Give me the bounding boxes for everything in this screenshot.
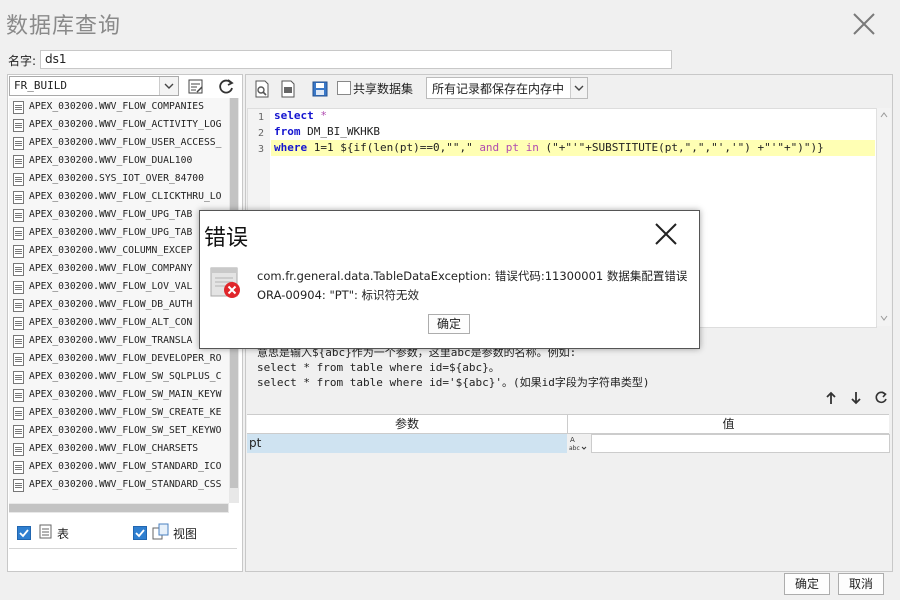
share-dataset-checkbox[interactable] bbox=[337, 81, 351, 95]
table-list-item[interactable]: APEX_030200.WWV_COLUMN_EXCEP bbox=[9, 242, 229, 260]
refresh-params-icon[interactable] bbox=[873, 390, 889, 409]
share-dataset-label: 共享数据集 bbox=[353, 82, 414, 96]
svg-text:A: A bbox=[570, 436, 575, 444]
param-table-header: 参数 值 bbox=[247, 414, 889, 434]
table-list-item[interactable]: APEX_030200.WWV_FLOW_STANDARD_ICO bbox=[9, 458, 229, 476]
table-icon bbox=[13, 119, 24, 132]
refresh-icon[interactable] bbox=[214, 75, 238, 99]
error-dialog-title: 错误 bbox=[204, 226, 249, 251]
name-label: 名字: bbox=[8, 54, 37, 68]
table-icon bbox=[13, 209, 24, 222]
param-value-input[interactable] bbox=[591, 434, 890, 453]
table-icon bbox=[13, 245, 24, 258]
table-list-item[interactable]: APEX_030200.WWV_FLOW_CLICKTHRU_LO bbox=[9, 188, 229, 206]
window-close-icon[interactable] bbox=[848, 8, 880, 40]
table-icon bbox=[13, 281, 24, 294]
table-icon bbox=[13, 155, 24, 168]
table-list-item[interactable]: APEX_030200.WWV_FLOW_ALT_CON bbox=[9, 314, 229, 332]
sql-code: select * from DM_BI_WKHKB where 1=1 ${if… bbox=[247, 109, 875, 169]
param-hint: select * from table where id='${abc}'。(如… bbox=[257, 376, 650, 389]
table-list-item[interactable]: APEX_030200.WWV_FLOW_LOV_VAL bbox=[9, 278, 229, 296]
table-icon bbox=[13, 443, 24, 456]
connection-value: FR_BUILD bbox=[14, 79, 67, 92]
table-list-item[interactable]: APEX_030200.WWV_FLOW_SW_SET_KEYWO bbox=[9, 422, 229, 440]
param-name-header: 参数 bbox=[247, 415, 568, 433]
table-list-item[interactable]: APEX_030200.WWV_FLOW_SW_SQLPLUS_C bbox=[9, 368, 229, 386]
window-title: 数据库查询 bbox=[6, 14, 122, 39]
connection-select[interactable]: FR_BUILD bbox=[9, 76, 179, 96]
table-icon bbox=[13, 191, 24, 204]
scrollbar-thumb[interactable] bbox=[9, 504, 228, 512]
table-list-hscrollbar[interactable] bbox=[9, 503, 229, 513]
table-icon bbox=[13, 317, 24, 330]
param-value-header: 值 bbox=[722, 417, 735, 431]
filter-table-label: 表 bbox=[57, 527, 70, 541]
error-message: com.fr.general.data.TableDataException: … bbox=[257, 269, 688, 283]
sql-builder-icon[interactable] bbox=[276, 77, 300, 101]
table-list-item[interactable]: APEX_030200.WWV_FLOW_DB_AUTH bbox=[9, 296, 229, 314]
filter-view-checkbox[interactable] bbox=[133, 526, 147, 540]
table-list-item[interactable]: APEX_030200.WWV_FLOW_COMPANY bbox=[9, 260, 229, 278]
chevron-down-icon bbox=[570, 78, 587, 98]
cache-mode-select[interactable]: 所有记录都保存在内存中 bbox=[426, 77, 588, 99]
code-line-1: select * bbox=[274, 109, 327, 122]
table-search-box[interactable] bbox=[9, 548, 237, 569]
preview-icon[interactable] bbox=[250, 77, 274, 101]
table-list-item[interactable]: APEX_030200.WWV_FLOW_CHARSETS bbox=[9, 440, 229, 458]
ok-button[interactable]: 确定 bbox=[784, 573, 830, 595]
table-list-item[interactable]: APEX_030200.WWV_FLOW_DUAL100 bbox=[9, 152, 229, 170]
param-hint: select * from table where id=${abc}。 bbox=[257, 361, 500, 374]
code-line-2: from DM_BI_WKHKB bbox=[274, 125, 380, 138]
table-icon bbox=[13, 425, 24, 438]
table-list-item[interactable]: APEX_030200.WWV_FLOW_TRANSLA bbox=[9, 332, 229, 350]
table-list-item[interactable]: APEX_030200.SYS_IOT_OVER_84700 bbox=[9, 170, 229, 188]
table-type-icon bbox=[39, 524, 53, 543]
table-icon bbox=[13, 479, 24, 492]
table-icon bbox=[13, 299, 24, 312]
view-type-icon bbox=[152, 523, 170, 544]
table-icon bbox=[13, 263, 24, 276]
arrow-down-icon[interactable] bbox=[848, 390, 864, 409]
error-detail: ORA-00904: "PT": 标识符无效 bbox=[257, 288, 420, 302]
table-icon bbox=[13, 389, 24, 402]
table-list-item[interactable]: APEX_030200.WWV_FLOW_SW_MAIN_KEYW bbox=[9, 386, 229, 404]
table-list-item[interactable]: APEX_030200.WWV_FLOW_USER_ACCESS_ bbox=[9, 134, 229, 152]
error-icon bbox=[210, 266, 242, 300]
param-type-icon[interactable]: Aabc bbox=[568, 434, 588, 453]
save-icon[interactable] bbox=[308, 77, 332, 101]
edit-connection-icon[interactable] bbox=[184, 75, 208, 99]
param-name: pt bbox=[249, 436, 262, 450]
table-list-item[interactable]: APEX_030200.WWV_FLOW_ACTIVITY_LOG bbox=[9, 116, 229, 134]
table-icon bbox=[13, 137, 24, 150]
cancel-button[interactable]: 取消 bbox=[838, 573, 884, 595]
table-list-item[interactable]: APEX_030200.WWV_FLOW_UPG_TAB bbox=[9, 206, 229, 224]
table-icon bbox=[13, 335, 24, 348]
table-list-item[interactable]: APEX_030200.WWV_FLOW_DEVELOPER_RO bbox=[9, 350, 229, 368]
table-icon bbox=[13, 173, 24, 186]
param-row[interactable]: pt bbox=[247, 434, 567, 453]
table-icon bbox=[13, 101, 24, 114]
table-list-item[interactable]: APEX_030200.WWV_FLOW_STANDARD_CSS bbox=[9, 476, 229, 494]
dialog-ok-button[interactable]: 确定 bbox=[428, 314, 470, 334]
table-icon bbox=[13, 461, 24, 474]
dialog-close-icon[interactable] bbox=[652, 220, 680, 248]
table-icon bbox=[13, 407, 24, 420]
table-list: APEX_030200.WWV_FLOW_COMPANIES APEX_0302… bbox=[9, 98, 229, 503]
table-icon bbox=[13, 353, 24, 366]
table-list-item[interactable]: APEX_030200.WWV_FLOW_COMPANIES bbox=[9, 98, 229, 116]
arrow-up-icon[interactable] bbox=[823, 390, 839, 409]
name-input[interactable]: ds1 bbox=[40, 50, 672, 69]
chevron-down-icon bbox=[159, 77, 178, 95]
filter-view-label: 视图 bbox=[173, 527, 198, 541]
svg-text:abc: abc bbox=[569, 445, 580, 452]
table-list-item[interactable]: APEX_030200.WWV_FLOW_SW_CREATE_KE bbox=[9, 404, 229, 422]
cache-mode-value: 所有记录都保存在内存中 bbox=[432, 82, 565, 96]
code-line-3: where 1=1 ${if(len(pt)==0,""," and pt in… bbox=[274, 141, 824, 154]
filter-table-checkbox[interactable] bbox=[17, 526, 31, 540]
table-list-item[interactable]: APEX_030200.WWV_FLOW_UPG_TAB bbox=[9, 224, 229, 242]
table-icon bbox=[13, 227, 24, 240]
table-icon bbox=[13, 371, 24, 384]
editor-scrollbar[interactable] bbox=[876, 108, 891, 326]
